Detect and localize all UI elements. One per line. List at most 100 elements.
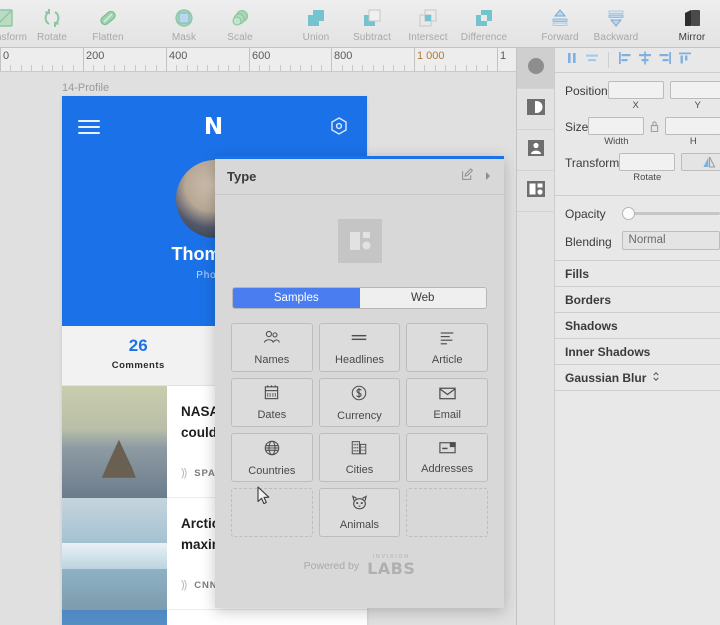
paragraph-icon [438, 329, 456, 351]
type-panel-header-actions [461, 168, 492, 186]
opacity-row: Opacity [555, 196, 720, 221]
buildings-icon [350, 439, 368, 461]
type-cell-empty-right[interactable] [406, 488, 488, 537]
toolbar-button-intersect[interactable]: Intersect [400, 0, 456, 48]
toolbar-button-mask[interactable]: Mask [156, 0, 212, 48]
list-item[interactable]: The balloo tourists to t [62, 610, 367, 625]
position-x-input[interactable] [608, 81, 664, 99]
flip-horizontal-button[interactable] [681, 153, 720, 171]
tab-samples[interactable]: Samples [233, 288, 360, 308]
type-cell-animals[interactable]: Animals [319, 488, 401, 537]
app-logo: N [204, 114, 223, 140]
template-icon [526, 180, 546, 203]
type-cell-label: Headlines [335, 354, 384, 366]
design-canvas[interactable]: 14-Profile N Thomas S Photog [0, 72, 516, 625]
position-y-input[interactable] [670, 81, 720, 99]
hexagon-settings-icon[interactable] [327, 115, 351, 139]
people-icon [262, 329, 281, 351]
align-horizontal-center-icon[interactable] [583, 50, 601, 71]
stepper-icon[interactable] [652, 370, 660, 385]
ruler-tick-0: 0 [3, 50, 9, 62]
section-gaussian-blur[interactable]: Gaussian Blur [555, 364, 720, 390]
toolbar-group-mask: Mask Scale [156, 0, 268, 48]
toolbar-button-flatten[interactable]: Flatten [80, 0, 136, 48]
hamburger-icon[interactable] [78, 116, 100, 138]
toolbar-button-backward[interactable]: Backward [588, 0, 644, 48]
news-body: The balloo tourists to t [167, 610, 367, 625]
artboard-label[interactable]: 14-Profile [62, 82, 109, 94]
toolbar-group-arrange: Forward Backward [532, 0, 644, 48]
toolbar-button-difference[interactable]: Difference [456, 0, 512, 48]
rail-button-template[interactable] [517, 171, 554, 212]
opacity-slider-knob[interactable] [622, 207, 635, 220]
address-icon [438, 440, 457, 460]
ruler-tick-800: 800 [334, 50, 352, 62]
inspector-bottom-divider [555, 390, 720, 391]
horizontal-ruler[interactable]: 0 200 400 600 800 1 000 1 [0, 48, 516, 72]
symbols-icon [526, 98, 546, 121]
tab-web[interactable]: Web [360, 288, 487, 308]
toolbar-button-rotate[interactable]: Rotate [24, 0, 80, 48]
section-label: Fills [565, 267, 589, 281]
toolbar-label-difference: Difference [461, 32, 507, 43]
toolbar-label-rotate: Rotate [37, 32, 67, 43]
type-source-tabs[interactable]: Samples Web [232, 287, 487, 309]
align-center-icon[interactable] [636, 50, 654, 71]
toolbar-label-intersect: Intersect [408, 32, 447, 43]
toolbar-button-union[interactable]: Union [288, 0, 344, 48]
type-cell-empty-left[interactable] [231, 488, 313, 537]
type-cell-label: Addresses [421, 463, 473, 475]
type-cell-currency[interactable]: Currency [319, 378, 401, 427]
section-fills[interactable]: Fills [555, 260, 720, 286]
type-cell-names[interactable]: Names [231, 323, 313, 372]
blending-select[interactable]: Normal [622, 231, 720, 250]
flatten-icon [96, 5, 120, 31]
type-cell-label: Animals [340, 519, 379, 531]
type-cell-article[interactable]: Article [406, 323, 488, 372]
ruler-tick-1000: 1 000 [417, 50, 445, 62]
inspect-icon [527, 57, 545, 80]
align-top-icon[interactable] [676, 50, 694, 71]
toolbar-group-shape: Transform Rotate Flatten [0, 0, 136, 48]
toolbar-label-transform: Transform [0, 32, 27, 43]
toolbar-button-forward[interactable]: Forward [532, 0, 588, 48]
transform-rotate-input[interactable] [619, 153, 675, 171]
size-width-caption: Width [604, 136, 628, 147]
mirror-icon [680, 5, 704, 31]
type-cell-addresses[interactable]: Addresses [406, 433, 488, 482]
alignment-toolbar [555, 48, 720, 73]
scale-icon [228, 5, 252, 31]
toolbar-button-transform[interactable]: Transform [0, 0, 24, 48]
invision-labs-logo: INVISION LABS [367, 554, 415, 578]
type-cell-headlines[interactable]: Headlines [319, 323, 401, 372]
stat-value: 26 [62, 336, 215, 356]
section-shadows[interactable]: Shadows [555, 312, 720, 338]
inspector-panel: Position X Y Size [516, 48, 720, 625]
size-height-input[interactable] [665, 117, 720, 135]
opacity-slider[interactable] [622, 206, 720, 220]
align-vertical-center-icon[interactable] [563, 50, 581, 71]
align-left-icon[interactable] [616, 50, 634, 71]
section-inner-shadows[interactable]: Inner Shadows [555, 338, 720, 364]
type-cell-countries[interactable]: Countries [231, 433, 313, 482]
geometry-properties: Position X Y Size [555, 73, 720, 196]
size-width-input[interactable] [588, 117, 644, 135]
type-plugin-panel[interactable]: Type [215, 156, 504, 608]
blending-row: Blending Normal [555, 221, 720, 260]
rail-button-avatar[interactable] [517, 130, 554, 171]
type-cell-dates[interactable]: Dates [231, 378, 313, 427]
toolbar-button-scale[interactable]: Scale [212, 0, 268, 48]
type-cell-cities[interactable]: Cities [319, 433, 401, 482]
toolbar-button-mirror[interactable]: Mirror [664, 0, 720, 48]
chevron-right-icon[interactable] [484, 168, 492, 186]
type-cell-email[interactable]: Email [406, 378, 488, 427]
opacity-slider-track [622, 212, 720, 215]
toolbar-button-subtract[interactable]: Subtract [344, 0, 400, 48]
lock-icon[interactable] [650, 117, 659, 138]
align-right-icon[interactable] [656, 50, 674, 71]
rail-button-inspect[interactable] [517, 48, 554, 89]
rail-button-symbols[interactable] [517, 89, 554, 130]
section-borders[interactable]: Borders [555, 286, 720, 312]
edit-pencil-icon[interactable] [461, 168, 474, 186]
property-row-size: Size Width H [555, 117, 720, 147]
